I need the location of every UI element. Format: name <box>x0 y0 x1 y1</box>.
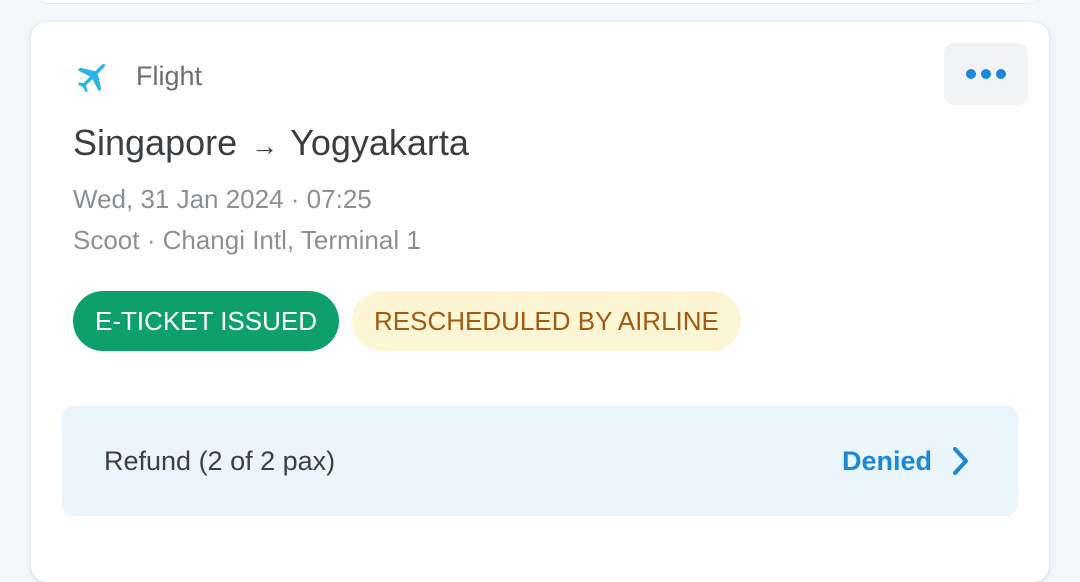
booking-category-label: Flight <box>136 60 203 91</box>
route-arrow-icon: → <box>251 131 279 161</box>
card-header: Flight <box>73 56 202 96</box>
origin-city: Singapore <box>73 122 238 163</box>
airplane-icon <box>73 56 113 96</box>
destination-city: Yogyakarta <box>290 122 469 163</box>
refund-status-text: Denied <box>841 445 932 476</box>
previous-card-edge <box>36 0 1042 4</box>
more-horizontal-icon <box>966 69 976 79</box>
more-dot <box>996 69 1006 79</box>
more-dot <box>981 69 991 79</box>
chevron-right-icon <box>952 446 970 476</box>
e-ticket-issued-badge: E-TICKET ISSUED <box>73 291 340 351</box>
departure-datetime: Wed, 31 Jan 2024 · 07:25 <box>73 184 372 214</box>
refund-label: Refund (2 of 2 pax) <box>104 445 336 476</box>
more-options-button[interactable] <box>944 43 1028 105</box>
refund-status-row[interactable]: Refund (2 of 2 pax) Denied <box>62 406 1018 516</box>
flight-booking-card[interactable]: Flight Singapore → Yogyakarta Wed, 31 Ja… <box>31 22 1049 582</box>
route-title: Singapore → Yogyakarta <box>73 122 469 164</box>
rescheduled-badge: RESCHEDULED BY AIRLINE <box>352 291 741 351</box>
status-badges: E-TICKET ISSUED RESCHEDULED BY AIRLINE <box>73 291 741 351</box>
carrier-terminal: Scoot · Changi Intl, Terminal 1 <box>73 225 421 255</box>
refund-status[interactable]: Denied <box>842 446 970 477</box>
